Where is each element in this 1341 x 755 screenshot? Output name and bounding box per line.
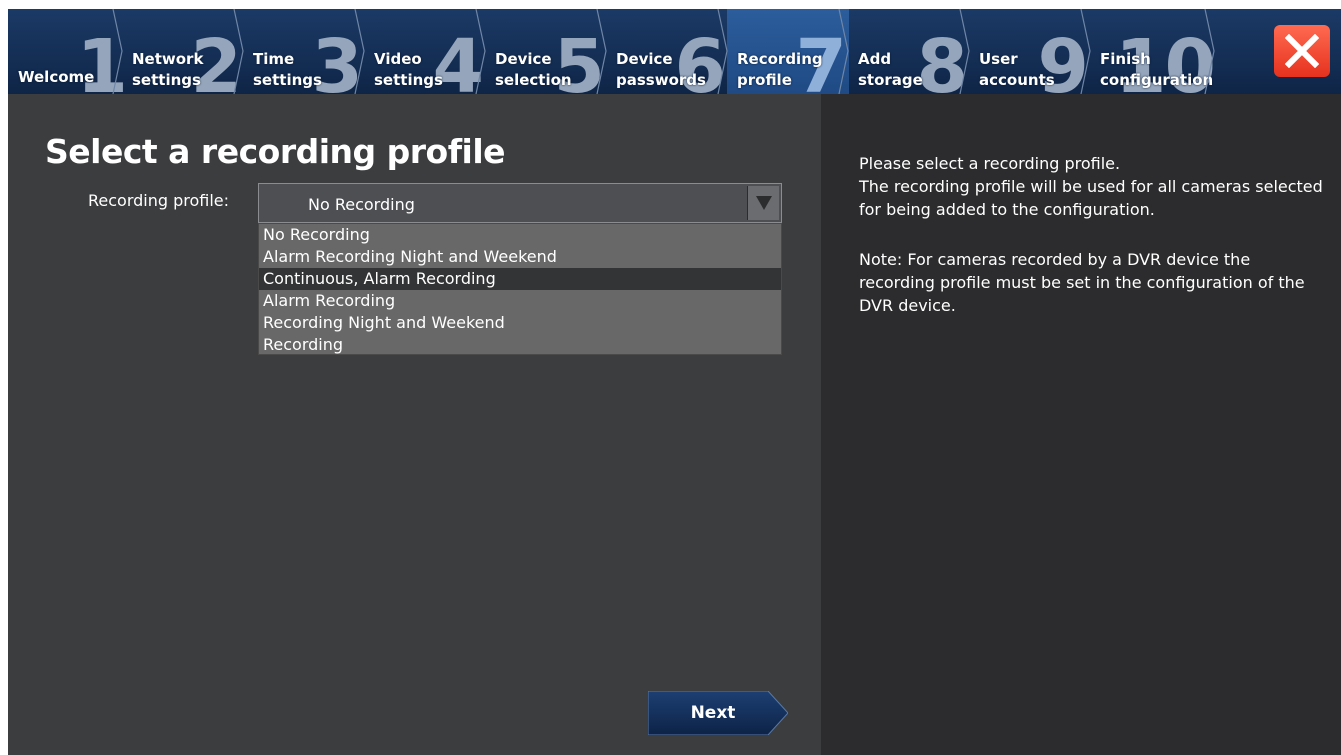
recording-profile-select[interactable]: No Recording <box>258 183 782 223</box>
step-network-settings[interactable]: 2 Network settings <box>122 9 244 94</box>
step-welcome[interactable]: 1 Welcome <box>8 9 130 94</box>
step-device-selection[interactable]: 5 Device selection <box>485 9 607 94</box>
option-recording[interactable]: Recording <box>259 334 781 356</box>
option-no-recording[interactable]: No Recording <box>259 224 781 246</box>
step-user-accounts[interactable]: 9 User accounts <box>969 9 1091 94</box>
select-value: No Recording <box>308 195 415 214</box>
option-continuous-alarm-recording[interactable]: Continuous, Alarm Recording <box>259 268 781 290</box>
close-button[interactable] <box>1274 25 1330 77</box>
help-note-text: Note: For cameras recorded by a DVR devi… <box>859 250 1305 315</box>
step-label: Device selection <box>495 50 572 89</box>
step-label: Finish configuration <box>1100 50 1214 89</box>
step-time-settings[interactable]: 3 Time settings <box>243 9 365 94</box>
recording-profile-options: No Recording Alarm Recording Night and W… <box>258 223 782 355</box>
step-add-storage[interactable]: 8 Add storage <box>848 9 970 94</box>
next-button-label: Next <box>690 703 736 723</box>
help-panel: Please select a recording profile. The r… <box>821 94 1341 755</box>
option-alarm-recording-night-weekend[interactable]: Alarm Recording Night and Weekend <box>259 246 781 268</box>
wizard-steps-bar: 1 Welcome 2 Network settings 3 Time sett… <box>8 9 1341 94</box>
step-device-passwords[interactable]: 6 Device passwords <box>606 9 728 94</box>
option-alarm-recording[interactable]: Alarm Recording <box>259 290 781 312</box>
step-label: Time settings <box>253 50 322 89</box>
triangle-down-icon <box>756 196 772 210</box>
step-label: Welcome <box>18 68 95 86</box>
step-label: User accounts <box>979 50 1055 89</box>
step-label: Device passwords <box>616 50 706 89</box>
option-recording-night-weekend[interactable]: Recording Night and Weekend <box>259 312 781 334</box>
help-intro-text: Please select a recording profile. The r… <box>859 154 1323 219</box>
page-title: Select a recording profile <box>45 132 506 171</box>
step-label: Network settings <box>132 50 204 89</box>
step-label: Add storage <box>858 50 923 89</box>
select-arrow-button[interactable] <box>747 186 779 220</box>
wizard-window: 1 Welcome 2 Network settings 3 Time sett… <box>8 9 1341 755</box>
next-button[interactable]: Next <box>648 691 788 735</box>
step-finish-configuration[interactable]: 10 Finish configuration <box>1090 9 1218 94</box>
step-label: Video settings <box>374 50 443 89</box>
step-video-settings[interactable]: 4 Video settings <box>364 9 486 94</box>
close-x-icon <box>1285 34 1319 68</box>
main-content: Select a recording profile Recording pro… <box>8 94 821 755</box>
recording-profile-label: Recording profile: <box>88 191 230 210</box>
step-recording-profile[interactable]: 7 Recording profile <box>727 9 849 94</box>
step-label: Recording profile <box>737 50 823 89</box>
